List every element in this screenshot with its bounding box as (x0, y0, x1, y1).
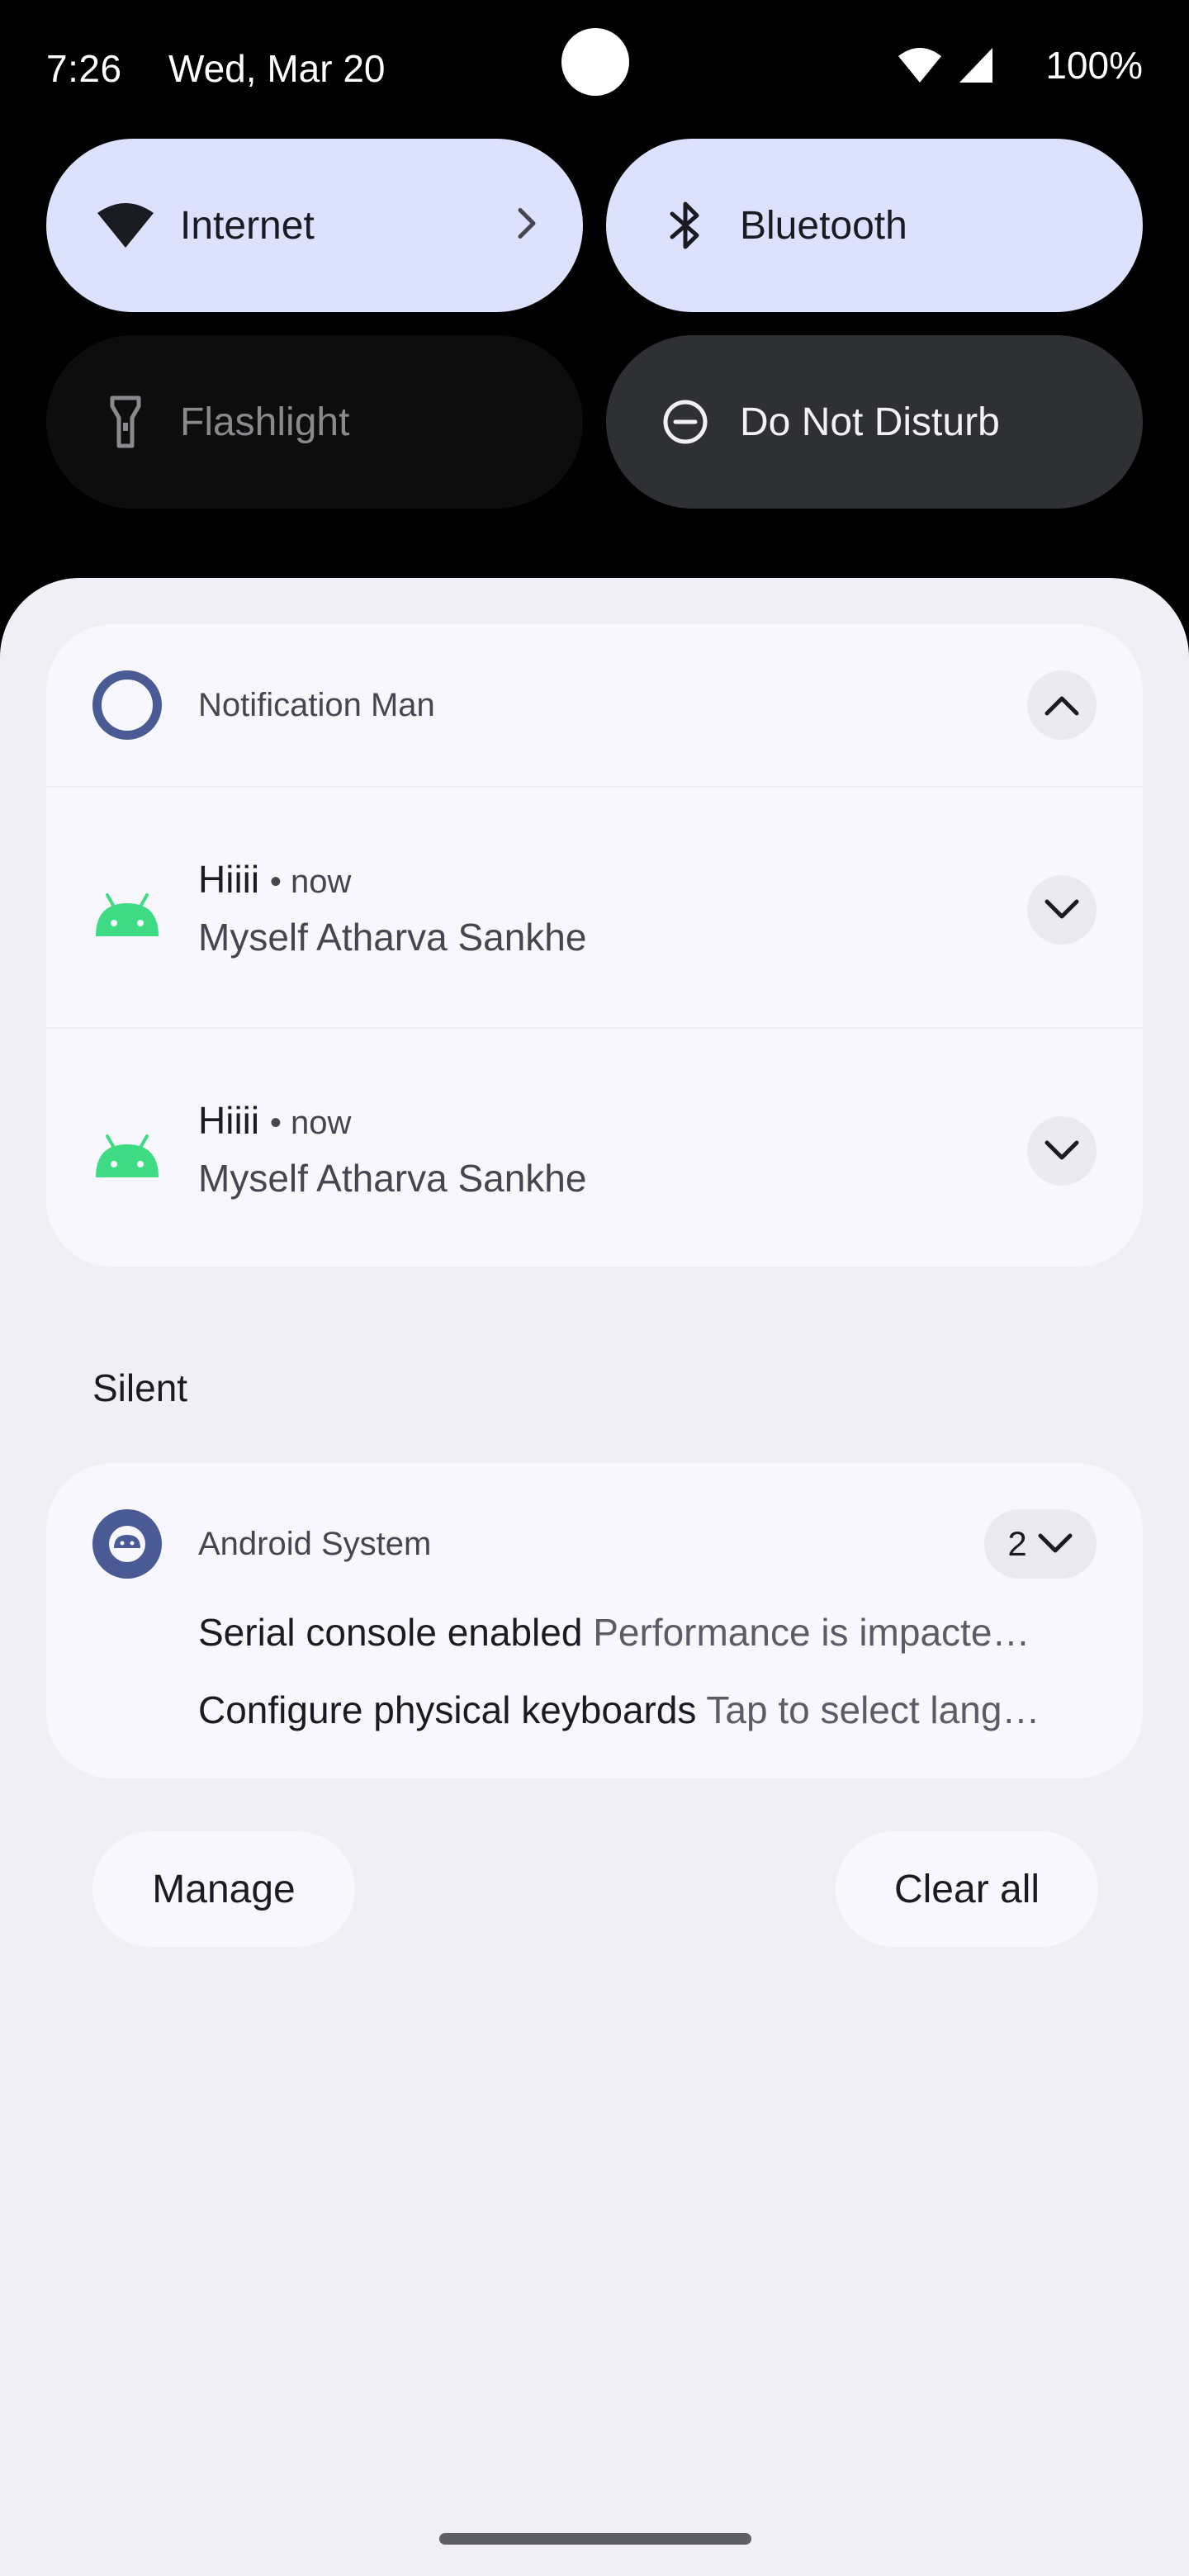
chevron-down-icon (1038, 1533, 1073, 1553)
notification-title: Hiiii (198, 858, 260, 901)
silent-section-header: Silent (92, 1366, 188, 1409)
system-app-name: Android System (198, 1526, 432, 1562)
chevron-right-icon (514, 207, 538, 244)
separator-dot: • (269, 1105, 291, 1141)
manage-button[interactable]: Manage (92, 1831, 355, 1947)
collapse-button[interactable] (1027, 670, 1097, 740)
tile-internet[interactable]: Internet (46, 139, 583, 312)
android-icon (96, 1134, 159, 1177)
android-system-card[interactable]: Android System 2 Serial console enabled … (46, 1463, 1143, 1778)
expand-count-button[interactable]: 2 (984, 1509, 1097, 1579)
notification-time: now (291, 1105, 352, 1141)
notification-text: Myself Atharva Sankhe (198, 1157, 587, 1200)
battery-percent: 100% (1045, 44, 1143, 87)
status-bar: 7:26 Wed, Mar 20 100% (0, 0, 1189, 124)
wifi-icon (898, 48, 942, 83)
notification-item[interactable]: Hiiii • now Myself Atharva Sankhe (46, 788, 1143, 1027)
flashlight-icon (92, 389, 159, 455)
do-not-disturb-icon (652, 389, 718, 455)
notification-title-line: Hiiii • now (198, 1098, 351, 1143)
gesture-navigation-bar[interactable] (439, 2533, 751, 2545)
tile-flashlight-label: Flashlight (180, 400, 350, 444)
chevron-down-icon (1045, 1140, 1079, 1160)
bluetooth-icon (652, 192, 718, 258)
group-header[interactable]: Notification Man (46, 624, 1143, 786)
system-notification-line: Configure physical keyboards Tap to sele… (198, 1688, 1098, 1732)
camera-cutout (561, 28, 629, 96)
chevron-up-icon (1045, 696, 1079, 716)
chevron-down-icon (1045, 899, 1079, 919)
notification-time: now (291, 864, 352, 900)
notification-count: 2 (1007, 1524, 1027, 1563)
notification-title-line: Hiiii • now (198, 857, 351, 902)
system-line-title: Configure physical keyboards (198, 1688, 697, 1731)
status-icons: 100% (897, 43, 1143, 88)
expand-button[interactable] (1027, 1116, 1097, 1186)
tile-bluetooth[interactable]: Bluetooth (606, 139, 1143, 312)
separator-dot: • (269, 864, 291, 900)
clear-all-button[interactable]: Clear all (836, 1831, 1098, 1947)
notification-item[interactable]: Hiiii • now Myself Atharva Sankhe (46, 1029, 1143, 1267)
group-app-name: Notification Man (198, 687, 435, 723)
wifi-icon (92, 192, 159, 258)
tile-dnd-label: Do Not Disturb (740, 400, 1000, 444)
android-icon (96, 893, 159, 936)
cellular-signal-icon (959, 48, 993, 83)
system-line-title: Serial console enabled (198, 1611, 583, 1654)
expand-button[interactable] (1027, 875, 1097, 945)
notification-group-card[interactable]: Notification Man Hiiii • now Myself Atha… (46, 624, 1143, 1267)
tile-do-not-disturb[interactable]: Do Not Disturb (606, 335, 1143, 509)
tile-internet-label: Internet (180, 203, 315, 248)
status-date: Wed, Mar 20 (168, 47, 386, 90)
notification-title: Hiiii (198, 1099, 260, 1142)
system-line-text: Tap to select lang… (706, 1688, 1040, 1731)
android-system-icon (92, 1509, 162, 1579)
app-icon-ring (92, 670, 162, 740)
system-line-text: Performance is impacte… (593, 1611, 1030, 1654)
status-time: 7:26 (46, 47, 122, 90)
tile-bluetooth-label: Bluetooth (740, 203, 907, 248)
tile-flashlight[interactable]: Flashlight (46, 335, 583, 509)
system-notification-line: Serial console enabled Performance is im… (198, 1610, 1098, 1655)
notification-text: Myself Atharva Sankhe (198, 916, 587, 959)
